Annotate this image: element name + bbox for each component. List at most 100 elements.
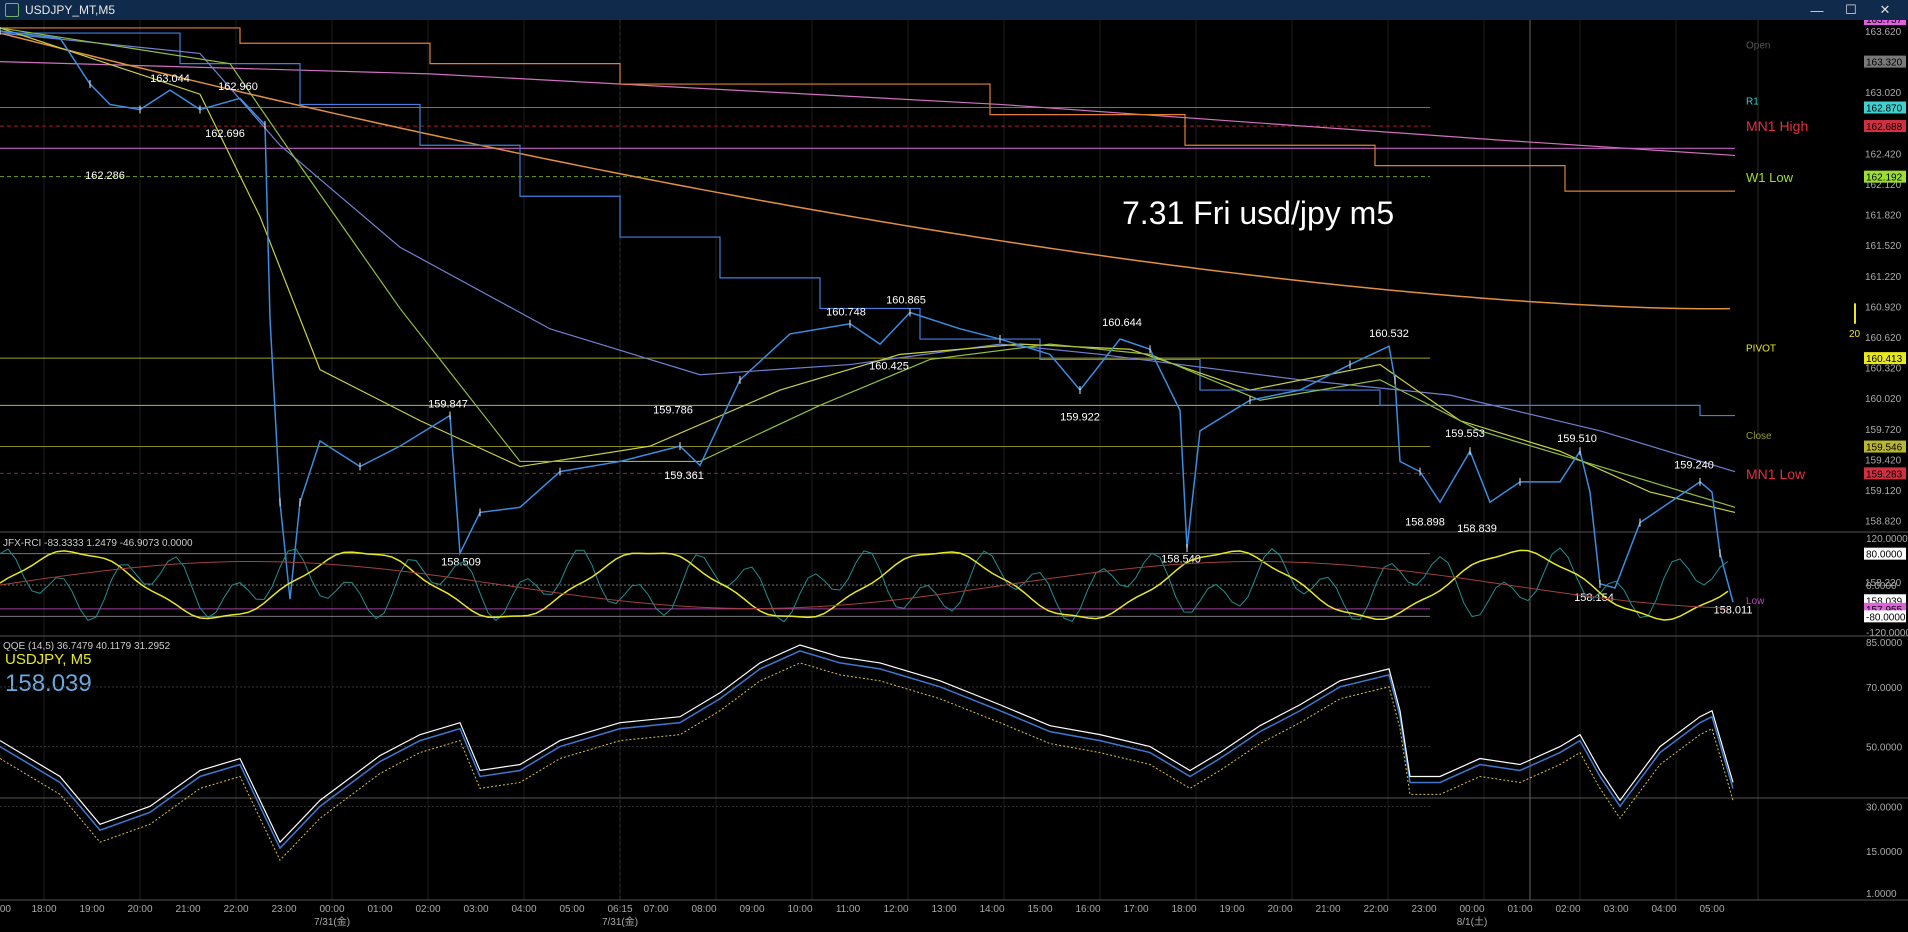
price-tag: 162.192: [1866, 173, 1903, 184]
chart-background: [0, 20, 1908, 932]
price-axis-tick: 161.220: [1865, 272, 1902, 283]
title-bar: USDJPY_MT,M5 — ☐ ✕: [0, 0, 1908, 20]
swing-price-label: 159.786: [653, 405, 693, 417]
time-axis-tick: 17:00: [1123, 904, 1148, 915]
qqe-symbol: USDJPY, M5: [5, 651, 91, 668]
price-tag: 159.546: [1866, 443, 1903, 454]
swing-price-label: 162.696: [205, 128, 245, 140]
time-axis-tick: 16:00: [1075, 904, 1100, 915]
time-axis-tick: 22:00: [1363, 904, 1388, 915]
time-axis-tick: 20:00: [127, 904, 152, 915]
time-axis-tick: 00:00: [1459, 904, 1484, 915]
time-axis-tick: 09:00: [739, 904, 764, 915]
swing-price-label: 158.839: [1457, 523, 1497, 535]
time-axis-tick: 03:00: [1603, 904, 1628, 915]
price-tag: 162.688: [1866, 122, 1903, 133]
swing-price-label: 160.644: [1102, 317, 1142, 329]
price-axis-tick: 163.020: [1865, 88, 1902, 99]
level-label: Close: [1746, 431, 1772, 442]
level-label: W1 Low: [1746, 170, 1794, 185]
level-label: PIVOT: [1746, 343, 1776, 354]
time-axis-tick: 01:00: [1507, 904, 1532, 915]
close-button[interactable]: ✕: [1868, 0, 1902, 20]
swing-price-label: 160.532: [1369, 328, 1409, 340]
swing-price-label: 163.044: [150, 73, 190, 85]
time-axis-tick: 04:00: [1651, 904, 1676, 915]
price-axis-tick: 160.020: [1865, 394, 1902, 405]
price-axis-tick: 158.820: [1865, 517, 1902, 528]
time-axis-tick: 20:00: [1267, 904, 1292, 915]
time-axis-tick: 05:00: [559, 904, 584, 915]
time-axis-tick: 19:00: [79, 904, 104, 915]
window-title: USDJPY_MT,M5: [25, 3, 116, 17]
date-axis-label: 7/31(金): [314, 915, 350, 928]
time-axis-tick: 23:00: [271, 904, 296, 915]
price-axis-tick: 163.620: [1865, 27, 1902, 38]
swing-price-label: 162.960: [218, 81, 258, 93]
rci-tag: -80.0000: [1866, 612, 1906, 623]
level-label: MN1 Low: [1746, 466, 1806, 482]
rci-axis-tick: 120.0000: [1866, 534, 1908, 545]
price-tag: 163.737: [1866, 20, 1903, 26]
swing-price-label: 159.361: [664, 470, 704, 482]
price-tag: 159.283: [1866, 469, 1903, 480]
maximize-button[interactable]: ☐: [1834, 0, 1868, 20]
time-axis-tick: 22:00: [223, 904, 248, 915]
swing-price-label: 158.154: [1574, 592, 1614, 604]
price-axis-tick: 159.420: [1865, 455, 1902, 466]
price-tag: 160.413: [1866, 354, 1903, 365]
swing-price-label: 160.425: [869, 361, 909, 373]
swing-price-label: 159.510: [1557, 433, 1597, 445]
time-axis-tick: 01:00: [367, 904, 392, 915]
price-axis-tick: 159.720: [1865, 425, 1902, 436]
qqe-axis-tick: 1.0000: [1866, 889, 1897, 900]
time-axis-tick: 04:00: [511, 904, 536, 915]
minimize-button[interactable]: —: [1800, 0, 1834, 20]
date-axis-label: 8/1(土): [1457, 915, 1488, 928]
price-axis-tick: 160.320: [1865, 364, 1902, 375]
date-axis-label: 7/31(金): [602, 915, 638, 928]
price-axis-tick: 160.920: [1865, 302, 1902, 313]
chart-annotation: 7.31 Fri usd/jpy m5: [1122, 195, 1394, 231]
qqe-axis-tick: 70.0000: [1866, 683, 1903, 694]
price-axis-tick: 162.420: [1865, 149, 1902, 160]
time-axis-tick: 18:00: [1171, 904, 1196, 915]
swing-price-label: 159.240: [1674, 460, 1714, 472]
marker-label: 20: [1849, 329, 1861, 340]
rci-label: JFX-RCI -83.3333 1.2479 -46.9073 0.0000: [3, 538, 193, 549]
rci-axis-tick: 0.0000: [1866, 581, 1897, 592]
level-label: Open: [1746, 40, 1770, 51]
swing-price-label: 160.865: [886, 294, 926, 306]
rci-tag: 80.0000: [1866, 550, 1903, 561]
qqe-axis-tick: 85.0000: [1866, 638, 1903, 649]
price-tag: 163.320: [1866, 58, 1903, 69]
time-axis-tick: 23:00: [1411, 904, 1436, 915]
level-label: R1: [1746, 96, 1759, 107]
time-axis-tick: 15:00: [1027, 904, 1052, 915]
time-axis-tick: :00: [0, 904, 11, 915]
swing-price-label: 160.748: [826, 307, 866, 319]
chart-window-icon: [5, 3, 19, 17]
time-axis-tick: 10:00: [787, 904, 812, 915]
swing-price-label: 162.286: [85, 170, 125, 182]
time-axis-tick: 21:00: [1315, 904, 1340, 915]
price-axis-tick: 159.120: [1865, 486, 1902, 497]
price-axis-tick: 161.520: [1865, 241, 1902, 252]
time-axis-tick: 11:00: [836, 904, 861, 915]
price-axis-tick: 161.820: [1865, 211, 1902, 222]
time-axis-tick: 02:00: [1555, 904, 1580, 915]
time-axis-tick: 00:00: [319, 904, 344, 915]
time-axis-tick: 06:15: [607, 904, 632, 915]
swing-price-label: 159.553: [1445, 428, 1485, 440]
qqe-axis-tick: 30.0000: [1866, 802, 1903, 813]
time-axis-tick: 13:00: [931, 904, 956, 915]
time-axis-tick: 03:00: [463, 904, 488, 915]
time-axis-tick: 07:00: [643, 904, 668, 915]
price-tag: 162.870: [1866, 104, 1903, 115]
time-axis-tick: 14:00: [979, 904, 1004, 915]
level-label: MN1 High: [1746, 118, 1808, 134]
time-axis-tick: 08:00: [691, 904, 716, 915]
swing-price-label: 158.898: [1405, 517, 1445, 529]
qqe-axis-tick: 50.0000: [1866, 743, 1903, 754]
chart-area[interactable]: 163.044162.960162.696162.286159.847158.5…: [0, 20, 1908, 932]
